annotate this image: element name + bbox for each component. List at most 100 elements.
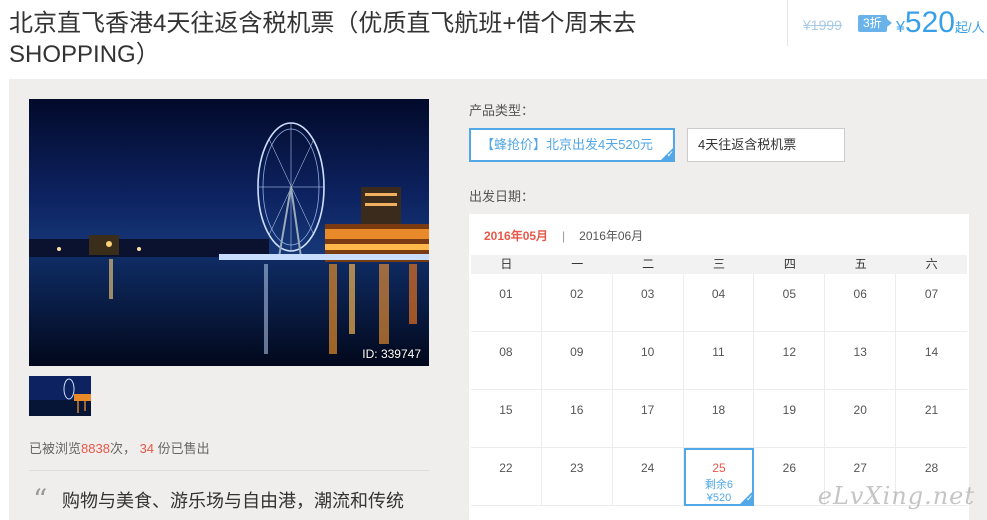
- calendar-day[interactable]: 17: [612, 390, 684, 448]
- views-prefix: 已被浏览: [29, 441, 82, 456]
- day-number: 05: [782, 287, 797, 301]
- product-option-label: 4天往返含税机票: [698, 137, 797, 152]
- departure-date-label: 出发日期：: [469, 189, 535, 204]
- calendar-day[interactable]: 22: [471, 448, 542, 506]
- day-number: 15: [499, 403, 513, 417]
- product-panel: ID: 339747 已被浏览8838次， 34 份已售出 “ 购物与美食、游乐…: [9, 79, 987, 520]
- current-price: ¥520起/人: [896, 6, 985, 40]
- price-box: ¥1999 3折 ¥520起/人: [787, 0, 987, 46]
- weekday: 三: [713, 257, 726, 271]
- photo-thumbnail[interactable]: [29, 376, 91, 416]
- sales-stats: 已被浏览8838次， 34 份已售出: [29, 438, 210, 457]
- page-title: 北京直飞香港4天往返含税机票（优质直飞航班+借个周末去SHOPPING）: [9, 10, 637, 68]
- day-number: 07: [924, 287, 939, 301]
- calendar-day[interactable]: 09: [541, 332, 613, 390]
- day-number: 09: [570, 345, 584, 359]
- weekday: 六: [925, 257, 938, 271]
- calendar-day[interactable]: 05: [754, 274, 826, 332]
- day-number: 02: [570, 287, 584, 301]
- month-tab-may[interactable]: 2016年05月: [484, 229, 548, 243]
- calendar-grid: 01 02 03 04 05 06 07 08 09 10 11 12 13 14 15 16 17 18 19 20…: [471, 274, 967, 506]
- calendar-day[interactable]: 07: [896, 274, 967, 332]
- divider: [29, 470, 429, 471]
- weekday: 五: [854, 257, 867, 271]
- day-number: 28: [924, 461, 939, 475]
- calendar-day[interactable]: 18: [683, 390, 755, 448]
- weekday-header: 日 一 二 三 四 五 六: [471, 255, 967, 274]
- calendar-day[interactable]: 23: [541, 448, 613, 506]
- calendar-day[interactable]: 02: [541, 274, 613, 332]
- calendar-day[interactable]: 24: [612, 448, 684, 506]
- day-number: 19: [782, 403, 797, 417]
- calendar-day[interactable]: 20: [825, 390, 897, 448]
- day-number: 26: [782, 461, 797, 475]
- price-unit: 起/人: [954, 20, 985, 35]
- price-currency: ¥: [896, 19, 905, 36]
- day-number: 27: [853, 461, 867, 475]
- product-option[interactable]: 4天往返含税机票: [687, 128, 845, 162]
- photo-id: ID: 339747: [362, 347, 421, 361]
- discount-badge: 3折: [858, 15, 892, 32]
- product-option-selected[interactable]: 【蜂抢价】北京出发4天520元: [469, 128, 675, 162]
- calendar-day[interactable]: 12: [754, 332, 826, 390]
- calendar-day[interactable]: 14: [896, 332, 967, 390]
- day-number: 04: [711, 287, 726, 301]
- london-eye-night-image: [29, 99, 429, 366]
- day-number: 03: [640, 287, 655, 301]
- sold-count: 34: [139, 441, 155, 456]
- calendar-day[interactable]: 06: [825, 274, 897, 332]
- calendar-day[interactable]: 10: [612, 332, 684, 390]
- day-number: 16: [570, 403, 584, 417]
- departure-calendar: 2016年05月 | 2016年06月 日 一 二 三 四 五 六 01 02 03 04…: [469, 214, 969, 520]
- day-number: 13: [853, 345, 867, 359]
- calendar-day[interactable]: 08: [471, 332, 542, 390]
- day-number: 11: [712, 345, 725, 359]
- day-number: 12: [782, 345, 797, 359]
- day-number: 23: [570, 461, 584, 475]
- main-photo[interactable]: ID: 339747: [29, 99, 429, 366]
- calendar-day[interactable]: 16: [541, 390, 613, 448]
- check-icon: [660, 147, 674, 161]
- thumbnail-image: [29, 376, 91, 416]
- day-number: 24: [640, 461, 655, 475]
- calendar-day[interactable]: 11: [683, 332, 755, 390]
- day-number: 20: [853, 403, 867, 417]
- remaining-seats: 剩余6: [704, 479, 734, 491]
- calendar-day[interactable]: 13: [825, 332, 897, 390]
- month-tab-june[interactable]: 2016年06月: [579, 229, 643, 243]
- quote-icon: “: [33, 483, 48, 516]
- sold-suffix: 份已售出: [157, 441, 210, 456]
- calendar-day[interactable]: 03: [612, 274, 684, 332]
- calendar-day[interactable]: 04: [683, 274, 755, 332]
- product-type-label: 产品类型：: [469, 103, 535, 118]
- day-number: 18: [711, 403, 726, 417]
- day-number: 06: [853, 287, 867, 301]
- month-tabs: 2016年05月 | 2016年06月: [484, 229, 644, 243]
- check-icon: [739, 491, 754, 505]
- watermark: eLvXing.net: [817, 482, 975, 510]
- weekday: 日: [500, 257, 513, 271]
- weekday: 四: [783, 257, 796, 271]
- product-option-label: 【蜂抢价】北京出发4天520元: [481, 137, 653, 152]
- day-number: 14: [924, 345, 939, 359]
- day-number: 25: [712, 461, 726, 475]
- day-number: 17: [640, 403, 655, 417]
- calendar-day-selected[interactable]: 25 剩余6 ¥520: [683, 448, 755, 506]
- day-number: 21: [924, 403, 939, 417]
- day-number: 01: [499, 287, 513, 301]
- product-description: 购物与美食、游乐场与自由港，潮流和传统: [62, 491, 404, 511]
- weekday: 二: [642, 257, 655, 271]
- original-price: ¥1999: [803, 17, 842, 33]
- views-suffix: 次，: [109, 441, 136, 456]
- day-number: 22: [499, 461, 513, 475]
- day-number: 10: [640, 345, 655, 359]
- calendar-day[interactable]: 01: [471, 274, 542, 332]
- day-number: 08: [499, 345, 513, 359]
- calendar-day[interactable]: 21: [896, 390, 967, 448]
- weekday: 一: [571, 257, 584, 271]
- calendar-day[interactable]: 26: [754, 448, 826, 506]
- views-count: 8838: [81, 441, 110, 456]
- price-value: 520: [904, 6, 955, 39]
- calendar-day[interactable]: 15: [471, 390, 542, 448]
- calendar-day[interactable]: 19: [754, 390, 826, 448]
